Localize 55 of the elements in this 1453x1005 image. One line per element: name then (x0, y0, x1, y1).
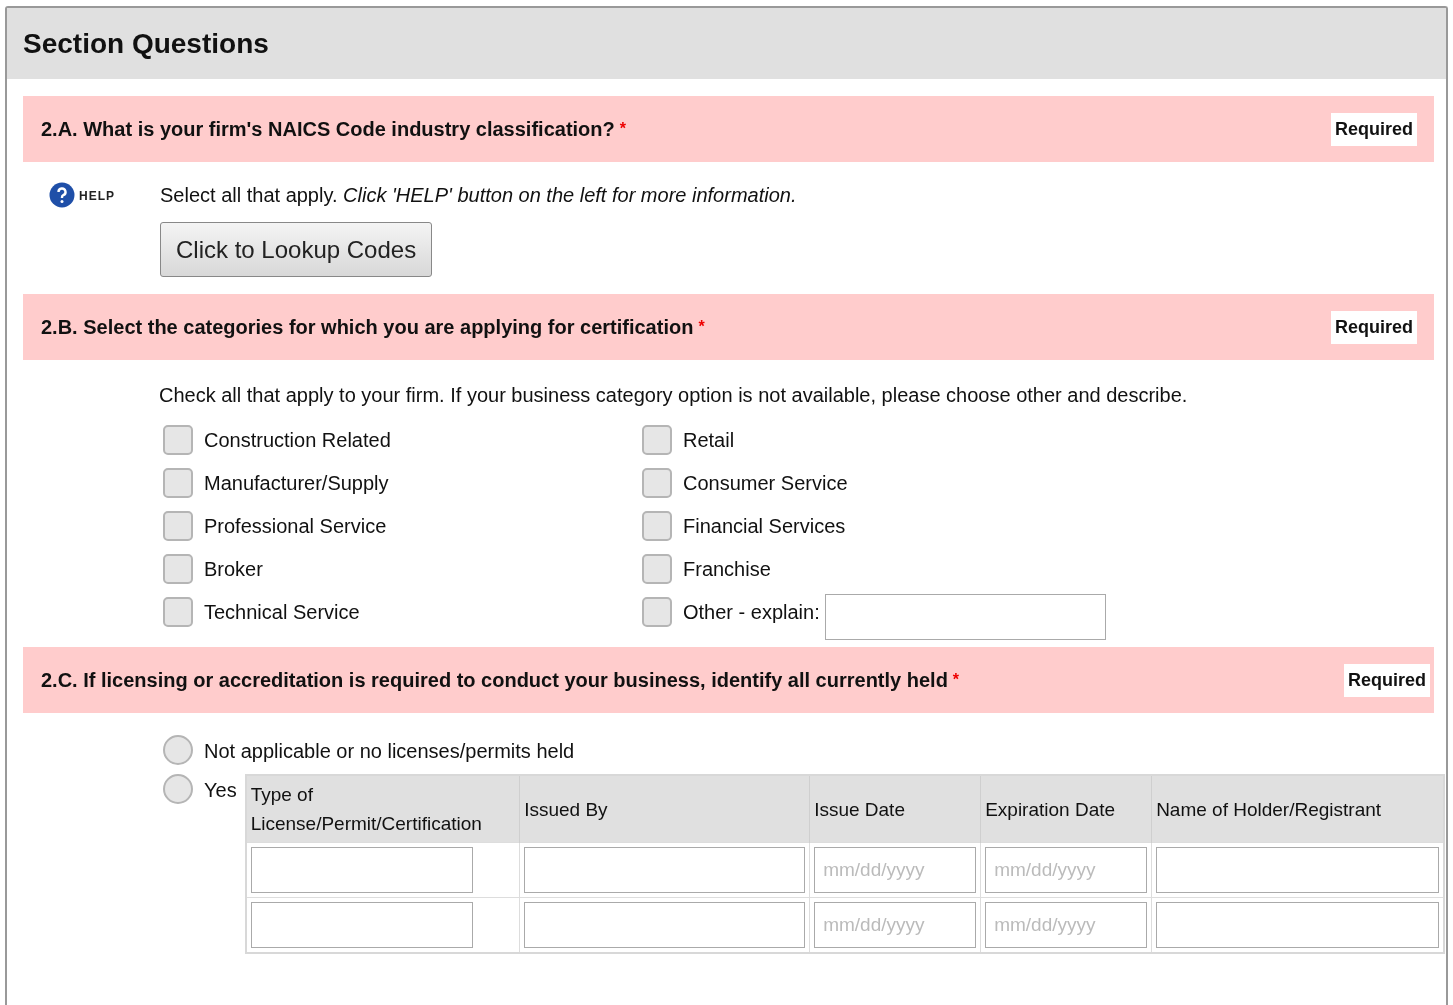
checkbox-label: Manufacturer/Supply (204, 470, 389, 496)
checkbox[interactable] (163, 467, 193, 498)
date-field[interactable]: mm/dd/yyyy (814, 847, 977, 893)
checkbox[interactable] (642, 467, 672, 498)
radio-label: Yes (204, 778, 237, 803)
checkbox-label: Other - explain: (683, 599, 820, 625)
required-label: Required (1331, 112, 1417, 146)
text-field[interactable] (1156, 902, 1439, 948)
explain-field[interactable] (824, 593, 1106, 640)
instruction-text: Check all that apply to your firm. If your business category option is not available, please choose other and describe. (159, 383, 1189, 408)
column-header: Issued By (519, 775, 810, 843)
required-label: Required (1331, 310, 1417, 344)
help-icon (49, 182, 75, 208)
radio-button[interactable] (163, 774, 193, 804)
radio-label: Not applicable or no licenses/permits held (204, 739, 575, 764)
checkbox[interactable] (163, 424, 193, 455)
column-header: Name of Holder/Registrant (1151, 775, 1444, 843)
checkbox-label: Technical Service (204, 599, 360, 625)
text-field[interactable] (1156, 847, 1439, 893)
checkbox-label: Consumer Service (683, 470, 848, 496)
checkbox[interactable] (642, 424, 672, 455)
checkbox-label: Financial Services (683, 513, 846, 539)
instruction-text: Select all that apply. Click 'HELP' button on the left for more information. (160, 183, 797, 208)
text-field[interactable] (524, 847, 806, 893)
text-field[interactable] (250, 902, 473, 948)
checkbox-label: Franchise (683, 556, 771, 582)
checkbox[interactable] (163, 596, 193, 627)
required-asterisk: * (698, 317, 705, 337)
column-header: Expiration Date (980, 775, 1152, 843)
question-title: 2.B. Select the categories for which you are applying for certification (41, 315, 694, 340)
checkbox-label: Professional Service (204, 513, 387, 539)
checkbox-label: Construction Related (204, 427, 391, 453)
panel-title: Section Questions (23, 26, 269, 61)
question-title: 2.A. What is your firm's NAICS Code industry classification? (41, 117, 615, 142)
checkbox[interactable] (163, 553, 193, 584)
radio-button[interactable] (163, 735, 193, 765)
required-label: Required (1344, 663, 1430, 697)
required-asterisk: * (619, 119, 626, 139)
checkbox[interactable] (163, 510, 193, 541)
checkbox-label: Broker (204, 556, 263, 582)
column-header: Issue Date (809, 775, 981, 843)
column-header: Type of License/Permit/Certification (245, 775, 520, 843)
checkbox[interactable] (642, 596, 672, 627)
checkbox[interactable] (642, 553, 672, 584)
required-asterisk: * (952, 670, 960, 690)
checkbox-label: Retail (683, 427, 735, 453)
date-field[interactable]: mm/dd/yyyy (814, 902, 977, 948)
date-field[interactable]: mm/dd/yyyy (985, 902, 1148, 948)
help-button[interactable]: HELP (23, 180, 160, 208)
question-title: 2.C. If licensing or accreditation is required to conduct your business, identify all currently held (41, 668, 948, 693)
text-field[interactable] (524, 902, 806, 948)
checkbox[interactable] (642, 510, 672, 541)
date-field[interactable]: mm/dd/yyyy (985, 847, 1148, 893)
lookup-codes-button[interactable]: Click to Lookup Codes (160, 222, 433, 277)
text-field[interactable] (250, 847, 473, 893)
